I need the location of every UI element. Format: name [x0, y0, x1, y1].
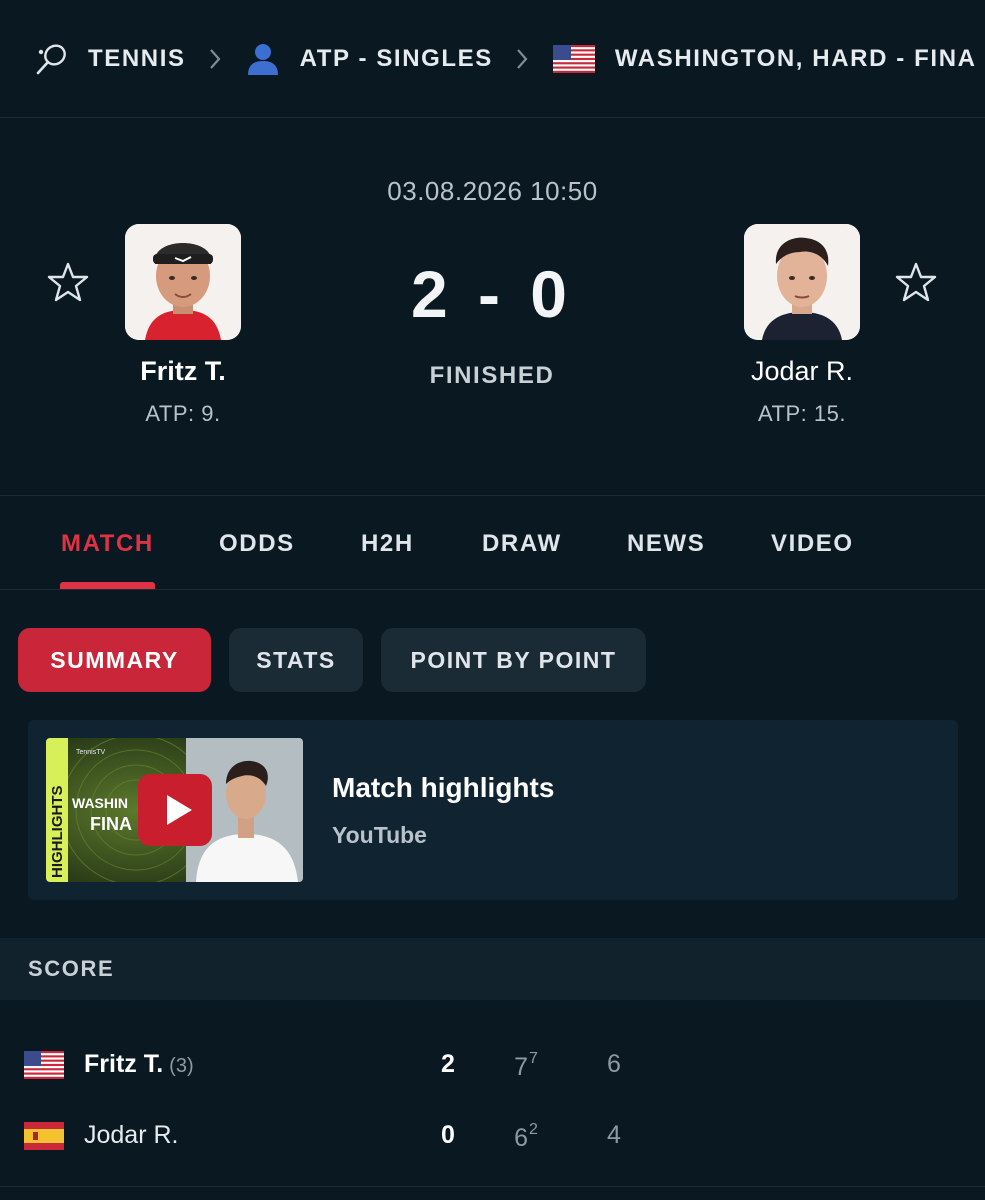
player-avatar-home[interactable]	[125, 224, 241, 340]
breadcrumb: TENNIS ATP - SINGLES WASHINGTON, HARD - …	[0, 0, 985, 118]
match-detail-screen: TENNIS ATP - SINGLES WASHINGTON, HARD - …	[0, 0, 985, 1200]
tab-odds[interactable]: ODDS	[219, 530, 295, 558]
match-header: 03.08.2026 10:50 Fritz T. ATP: 9. 2 - 0 …	[0, 118, 985, 496]
player-name-home[interactable]: Fritz T.	[73, 356, 293, 387]
svg-text:TennisTV: TennisTV	[76, 749, 106, 756]
breadcrumb-category-label: ATP - SINGLES	[299, 44, 493, 72]
breadcrumb-sport-label: TENNIS	[88, 44, 186, 72]
favorite-star-icon[interactable]	[894, 260, 938, 304]
chevron-right-icon	[208, 47, 222, 71]
tab-video[interactable]: VIDEO	[771, 530, 854, 558]
divider	[0, 1186, 985, 1187]
favorite-star-icon[interactable]	[46, 260, 90, 304]
subtab-stats[interactable]: STATS	[229, 628, 363, 692]
highlight-source: YouTube	[332, 822, 427, 848]
breadcrumb-category[interactable]: ATP - SINGLES	[246, 42, 493, 76]
svg-text:FINA: FINA	[90, 814, 132, 834]
breadcrumb-tournament-label: WASHINGTON, HARD - FINA	[614, 44, 977, 72]
player-seed: (3)	[169, 1055, 194, 1077]
score-player-name[interactable]: Jodar R.	[84, 1121, 178, 1150]
match-datetime: 03.08.2026 10:50	[387, 176, 598, 206]
breadcrumb-tournament[interactable]: WASHINGTON, HARD - FINA	[552, 44, 977, 73]
thumb-lettering: HIGHLIGHTS	[49, 786, 66, 879]
player-name-away[interactable]: Jodar R.	[692, 356, 912, 387]
play-icon[interactable]	[138, 774, 212, 846]
tiebreak-points: 7	[529, 1050, 538, 1067]
breadcrumb-sport[interactable]: TENNIS	[34, 42, 186, 76]
svg-text:WASHIN: WASHIN	[72, 795, 128, 811]
chevron-right-icon	[515, 47, 529, 71]
set2-games: 4	[607, 1121, 621, 1149]
player-avatar-away[interactable]	[744, 224, 860, 340]
tab-h2h[interactable]: H2H	[361, 530, 414, 558]
sets-won: 0	[441, 1121, 455, 1149]
player-icon	[246, 42, 280, 76]
set2-games: 6	[607, 1050, 621, 1078]
tab-draw[interactable]: DRAW	[482, 530, 562, 558]
match-status: FINISHED	[429, 362, 555, 389]
tennis-racket-icon	[34, 42, 68, 76]
usa-flag-icon	[24, 1051, 64, 1079]
score-player-name[interactable]: Fritz T. (3)	[84, 1050, 194, 1079]
tab-news[interactable]: NEWS	[627, 530, 705, 558]
highlight-card[interactable]: HIGHLIGHTS TennisTV WASHIN FINA Match hi…	[28, 720, 958, 900]
usa-flag-icon	[552, 44, 595, 73]
match-tabs: MATCH ODDS H2H DRAW NEWS VIDEO	[0, 497, 985, 590]
score-section-header: SCORE	[0, 938, 985, 1000]
player-rank-away: ATP: 15.	[758, 401, 846, 426]
set1-games: 77	[514, 1050, 538, 1081]
tiebreak-points: 2	[529, 1121, 538, 1138]
sets-won: 2	[441, 1050, 455, 1078]
score-row-home: Fritz T. (3) 2 77 6	[0, 1030, 985, 1100]
set1-games: 62	[514, 1121, 538, 1152]
player-rank-home: ATP: 9.	[145, 401, 221, 426]
subtab-summary[interactable]: SUMMARY	[18, 628, 211, 692]
score-row-away: Jodar R. 0 62 4	[0, 1101, 985, 1171]
spain-flag-icon	[24, 1122, 64, 1150]
highlight-title[interactable]: Match highlights	[332, 772, 554, 804]
tab-active-indicator	[60, 582, 155, 589]
tab-match[interactable]: MATCH	[61, 530, 154, 558]
subtab-point-by-point[interactable]: POINT BY POINT	[381, 628, 646, 692]
match-score: 2 - 0	[410, 257, 574, 331]
